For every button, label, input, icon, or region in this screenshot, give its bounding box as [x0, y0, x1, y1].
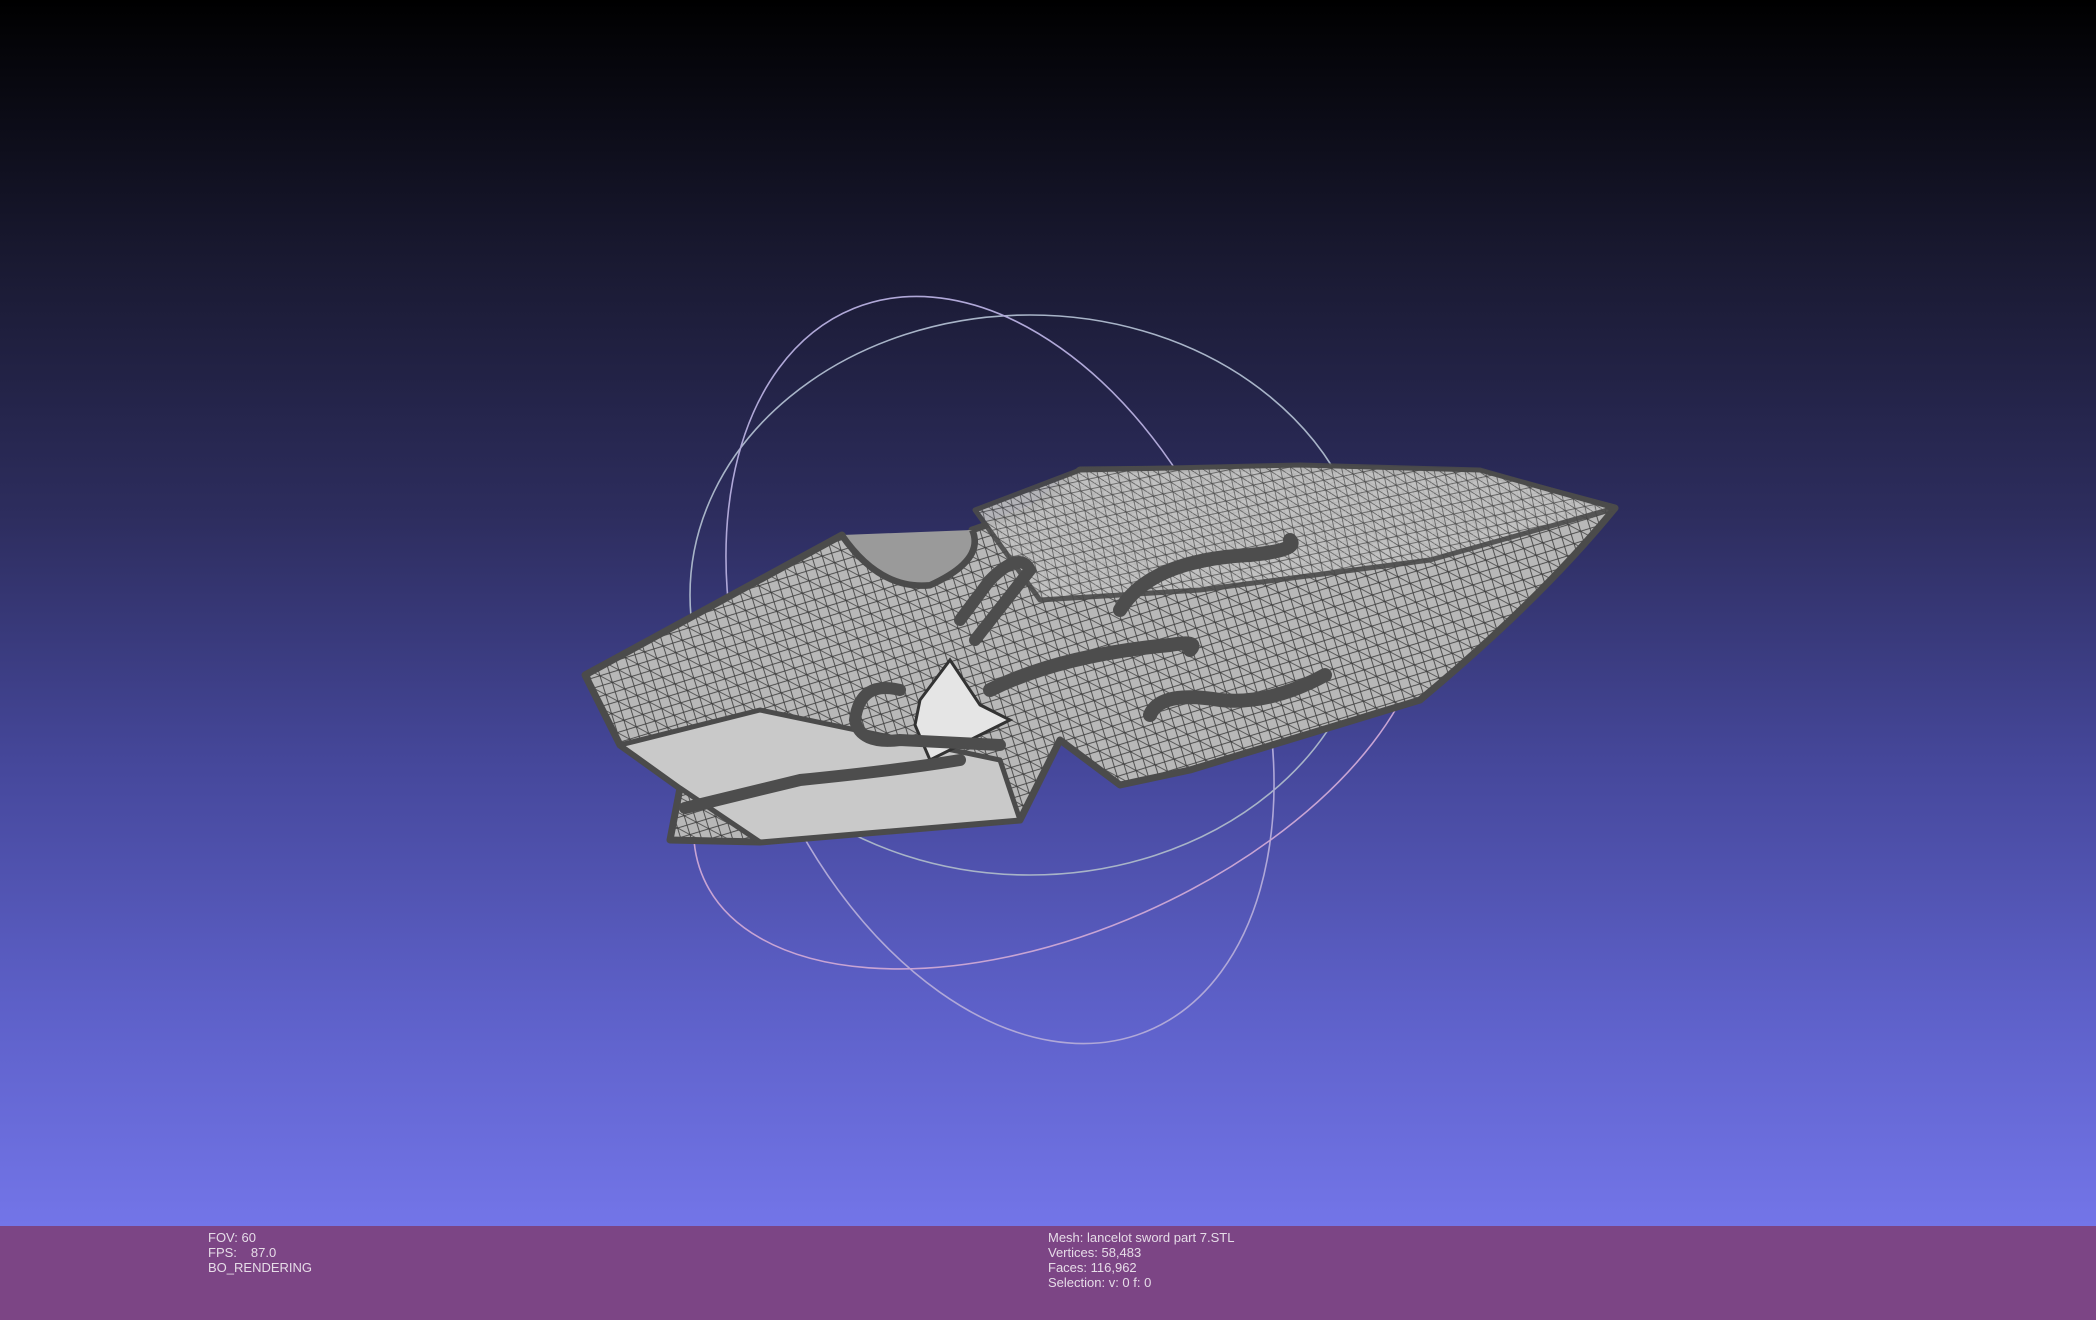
- fps-readout: FPS: 87.0: [208, 1245, 312, 1260]
- fps-value: 87.0: [250, 1245, 277, 1260]
- render-mode: BO_RENDERING: [208, 1260, 313, 1275]
- mesh-model[interactable]: [581, 462, 1619, 846]
- scene-canvas[interactable]: [0, 0, 2096, 1226]
- selection-info: Selection: v: 0 f: 0: [1048, 1275, 1152, 1290]
- fov-readout: FOV: 60: [208, 1230, 256, 1245]
- fps-label: FPS:: [208, 1245, 237, 1260]
- 3d-viewport[interactable]: [0, 0, 2096, 1226]
- mesh-name: Mesh: lancelot sword part 7.STL: [1048, 1230, 1235, 1245]
- vertex-count: Vertices: 58,483: [1048, 1245, 1142, 1260]
- status-bar: FOV: 60 FPS: 87.0 BO_RENDERING Mesh: lanc…: [0, 1226, 2096, 1320]
- face-count: Faces: 116,962: [1048, 1260, 1137, 1275]
- mesh-info: Mesh: lancelot sword part 7.STL Vertices…: [1048, 1230, 1234, 1290]
- render-info: FOV: 60 FPS: 87.0 BO_RENDERING: [208, 1230, 312, 1275]
